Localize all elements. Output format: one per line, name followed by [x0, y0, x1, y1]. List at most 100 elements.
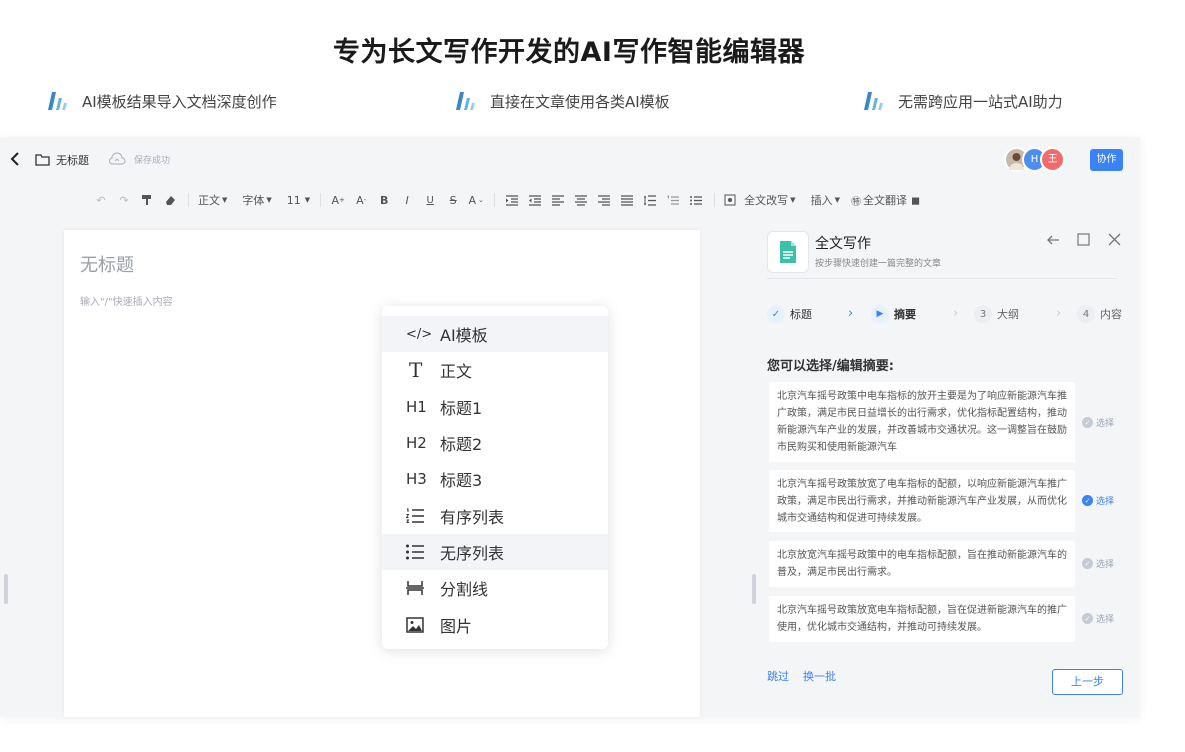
step-outline[interactable]: 3 大纲	[974, 305, 1019, 323]
redo-icon[interactable]: ↷	[113, 189, 135, 211]
more-icon[interactable]: ◼	[911, 194, 920, 207]
rewrite-button[interactable]: 全文改写 ▼	[721, 189, 798, 211]
menu-item-image[interactable]: 图片	[382, 606, 608, 642]
editor-hint: 输入"/"快速插入内容	[80, 297, 173, 308]
heading-1-icon: H1	[406, 397, 427, 416]
line-spacing-icon[interactable]	[639, 189, 661, 211]
document-name[interactable]: 无标题	[56, 152, 89, 168]
align-right-icon[interactable]	[593, 189, 615, 211]
translate-label: 全文翻译	[862, 194, 907, 207]
chevron-right-icon: ›	[953, 306, 959, 321]
indent-decrease-icon[interactable]	[524, 189, 546, 211]
rewrite-icon	[724, 194, 736, 206]
undo-icon[interactable]: ↶	[90, 189, 112, 211]
step-indicator: ✓ 标题 › ▶ 摘要 › 3 大纲 › 4 内容	[767, 305, 1127, 325]
step-content[interactable]: 4 内容	[1077, 305, 1122, 323]
pin-left-icon[interactable]	[1046, 233, 1060, 251]
feature-3: 无需跨应用一站式AI助力	[862, 90, 1063, 112]
check-circle-icon: ✓	[1082, 495, 1093, 506]
translate-button[interactable]: ㊕ 全文翻译 ◼	[848, 189, 923, 211]
panel-divider	[767, 278, 1117, 279]
panel-subtitle: 按步骤快速创建一篇完整的文章	[815, 259, 942, 269]
panel-title: 全文写作	[815, 236, 871, 252]
previous-step-button[interactable]: 上一步	[1052, 669, 1123, 695]
bullet-list-icon[interactable]	[685, 189, 707, 211]
step-summary[interactable]: ▶ 摘要	[871, 305, 916, 323]
eraser-icon[interactable]	[159, 189, 181, 211]
left-resize-handle[interactable]	[4, 574, 8, 604]
refresh-batch-link[interactable]: 换一批	[803, 668, 836, 684]
step-label: 大纲	[997, 308, 1019, 321]
close-icon[interactable]	[1108, 233, 1121, 250]
strikethrough-button[interactable]: S	[442, 189, 464, 211]
paragraph-style-select[interactable]: 正文 ▼	[195, 189, 230, 211]
summary-card-2[interactable]: 北京汽车摇号政策放宽了电车指标的配额，以响应新能源汽车推广政策，满足市民出行需求…	[769, 470, 1075, 532]
underline-button[interactable]: U	[419, 189, 441, 211]
select-option-1[interactable]: ✓ 选择	[1082, 416, 1114, 429]
menu-item-ordered-list[interactable]: 有序列表	[382, 497, 608, 533]
menu-item-heading-2[interactable]: H2 标题2	[382, 425, 608, 461]
align-center-icon[interactable]	[570, 189, 592, 211]
menu-item-heading-3[interactable]: H3 标题3	[382, 461, 608, 497]
font-size-decrease-icon[interactable]: A-	[350, 189, 372, 211]
folder-icon[interactable]	[35, 153, 50, 166]
slash-command-menu: </> AI模板 T 正文 H1 标题1 H2 标题2 H3 标题3 有序列表 …	[382, 306, 608, 649]
select-option-4[interactable]: ✓ 选择	[1082, 612, 1114, 625]
insert-button[interactable]: 插入 ▼	[808, 189, 843, 211]
summary-card-1[interactable]: 北京汽车摇号政策中电车指标的放开主要是为了响应新能源汽车推广政策，满足市民日益增…	[769, 382, 1075, 462]
font-size-increase-icon[interactable]: A +	[327, 189, 349, 211]
check-circle-icon: ✓	[1082, 558, 1093, 569]
menu-item-label: 标题2	[440, 435, 483, 455]
select-option-3[interactable]: ✓ 选择	[1082, 557, 1114, 570]
font-family-value: 字体	[242, 194, 265, 207]
format-painter-icon[interactable]	[136, 189, 158, 211]
collaborate-button[interactable]: 协作	[1090, 149, 1123, 171]
menu-item-label: 分割线	[440, 580, 489, 600]
maximize-icon[interactable]	[1077, 233, 1090, 250]
summary-card-4[interactable]: 北京汽车摇号政策放宽电车指标配额，旨在促进新能源汽车的推广使用，优化城市交通结构…	[769, 596, 1075, 642]
bold-button[interactable]: B	[373, 189, 395, 211]
step-label: 标题	[790, 308, 812, 321]
document-title-placeholder[interactable]: 无标题	[80, 251, 134, 277]
feature-2: 直接在文章使用各类AI模板	[454, 90, 670, 112]
font-family-select[interactable]: 字体 ▼	[239, 189, 274, 211]
avatar-wang[interactable]: 王	[1040, 147, 1065, 172]
divider-icon	[406, 580, 432, 596]
menu-item-divider[interactable]: 分割线	[382, 570, 608, 606]
menu-item-body-text[interactable]: T 正文	[382, 352, 608, 388]
formatting-toolbar: ↶ ↷ 正文 ▼ 字体 ▼ 11 ▼ A + A- B I U S A ⌄ 全文…	[90, 189, 924, 211]
skip-link[interactable]: 跳过	[767, 668, 789, 684]
check-icon: ✓	[767, 305, 785, 323]
justify-icon[interactable]	[616, 189, 638, 211]
indent-increase-icon[interactable]	[501, 189, 523, 211]
menu-item-label: 标题1	[440, 398, 483, 418]
collaborator-avatars[interactable]: H 王	[1004, 147, 1068, 173]
rewrite-label: 全文改写	[744, 194, 789, 207]
italic-button[interactable]: I	[396, 189, 418, 211]
align-left-icon[interactable]	[547, 189, 569, 211]
menu-item-ai-template[interactable]: </> AI模板	[382, 316, 608, 353]
toolbar-divider	[188, 193, 189, 207]
select-label: 选择	[1096, 497, 1115, 507]
code-icon: </>	[406, 326, 433, 342]
document-write-icon	[767, 231, 809, 273]
summary-card-3[interactable]: 北京放宽汽车摇号政策中的电车指标配额，旨在推动新能源汽车的普及，满足市民出行需求…	[769, 541, 1075, 587]
page: 专为长文写作开发的AI写作智能编辑器 AI模板结果导入文档深度创作 直接在文章使…	[0, 0, 1185, 752]
menu-item-label: 标题3	[440, 471, 483, 491]
menu-item-bullet-list[interactable]: 无序列表	[382, 533, 608, 571]
step-number: 4	[1077, 305, 1095, 323]
menu-item-heading-1[interactable]: H1 标题1	[382, 389, 608, 425]
select-option-2[interactable]: ✓ 选择	[1082, 494, 1114, 507]
step-title[interactable]: ✓ 标题	[767, 305, 812, 323]
play-icon: ▶	[871, 305, 889, 323]
ordered-list-icon[interactable]	[662, 189, 684, 211]
feature-icon	[456, 92, 475, 110]
insert-label: 插入	[810, 194, 833, 207]
panel-resize-handle[interactable]	[752, 574, 756, 604]
back-arrow-icon[interactable]	[8, 151, 22, 167]
editor-app-window: 无标题 保存成功 H 王 协作 ↶ ↷ 正文 ▼ 字体 ▼ 11 ▼ A + A…	[0, 137, 1140, 717]
font-size-select[interactable]: 11 ▼	[284, 189, 313, 211]
font-color-button[interactable]: A ⌄	[465, 189, 487, 211]
menu-item-label: 有序列表	[440, 507, 505, 527]
chevron-right-icon: ›	[848, 306, 854, 321]
